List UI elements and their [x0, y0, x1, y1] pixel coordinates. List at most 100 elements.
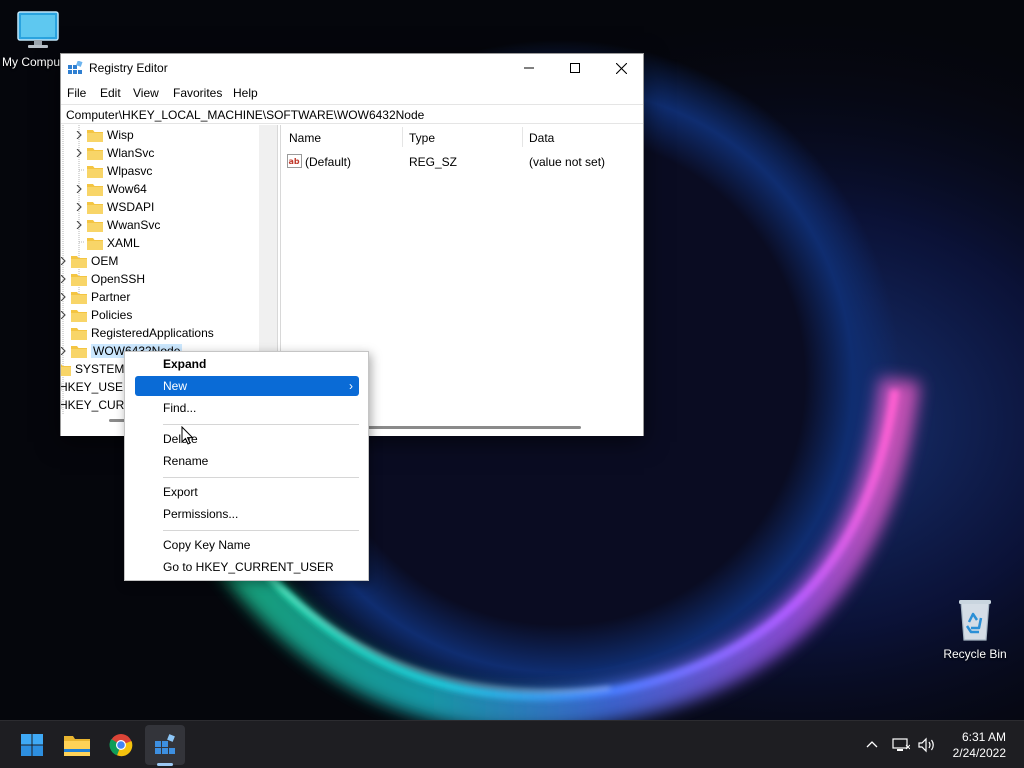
- value-row[interactable]: ab (Default) REG_SZ (value not set): [281, 153, 643, 171]
- chevron-right-icon[interactable]: [61, 252, 69, 270]
- chevron-up-icon[interactable]: [864, 737, 880, 753]
- context-menu: Expand New › Find... Delete Rename Expor…: [124, 351, 369, 581]
- tree-node-label: OEM: [91, 254, 119, 268]
- chevron-right-icon[interactable]: [61, 288, 69, 306]
- folder-icon: [71, 327, 87, 340]
- menu-item-go-to-hkcu[interactable]: Go to HKEY_CURRENT_USER: [135, 557, 359, 577]
- column-divider[interactable]: [522, 127, 523, 147]
- tree-node[interactable]: OpenSSH: [61, 270, 145, 288]
- tree-node-label: WSDAPI: [107, 200, 155, 214]
- tree-node[interactable]: OEM: [61, 252, 118, 270]
- file-explorer-button[interactable]: [57, 725, 97, 765]
- folder-icon: [71, 273, 87, 286]
- registry-editor-taskbar-button[interactable]: [145, 725, 185, 765]
- start-button[interactable]: [12, 725, 52, 765]
- desktop-icon-label: Recycle Bin: [943, 647, 1007, 661]
- column-header-type[interactable]: Type: [409, 131, 435, 145]
- menu-item-rename[interactable]: Rename: [135, 451, 359, 471]
- tree-node-label: Wow64: [107, 182, 147, 196]
- value-name: (Default): [305, 155, 352, 169]
- tree-node[interactable]: WSDAPI: [73, 198, 154, 216]
- tree-node[interactable]: Wlpasvc: [73, 162, 152, 180]
- chevron-right-icon[interactable]: [61, 306, 69, 324]
- tree-node-label: Partner: [91, 290, 131, 304]
- monitor-icon: [17, 11, 59, 48]
- folder-icon: [87, 147, 103, 160]
- minimize-button[interactable]: [506, 54, 552, 82]
- menu-view[interactable]: View: [133, 86, 159, 100]
- tree-node[interactable]: WlanSvc: [73, 144, 154, 162]
- string-value-icon: ab: [287, 154, 302, 168]
- tree-node-label: Policies: [91, 308, 133, 322]
- tree-node-label: RegisteredApplications: [91, 326, 214, 340]
- menu-item-delete[interactable]: Delete: [135, 429, 359, 449]
- tree-node-label: Wlpasvc: [107, 164, 153, 178]
- folder-icon: [87, 201, 103, 214]
- column-header-data[interactable]: Data: [529, 131, 554, 145]
- menu-item-new[interactable]: New ›: [135, 376, 359, 396]
- desktop-icon-recycle-bin[interactable]: Recycle Bin: [937, 598, 1013, 661]
- folder-icon: [71, 291, 87, 304]
- active-app-indicator: [157, 763, 173, 766]
- tree-node-label: SYSTEM: [75, 362, 125, 376]
- registry-editor-icon: [155, 734, 175, 754]
- tree-node[interactable]: WwanSvc: [73, 216, 160, 234]
- menu-item-copy-key-name[interactable]: Copy Key Name: [135, 535, 359, 555]
- address-bar[interactable]: Computer\HKEY_LOCAL_MACHINE\SOFTWARE\WOW…: [61, 104, 643, 124]
- column-divider[interactable]: [402, 127, 403, 147]
- folder-icon: [87, 129, 103, 142]
- clock-date: 2/24/2022: [952, 746, 1006, 760]
- chevron-right-icon[interactable]: [73, 144, 85, 162]
- tree-node[interactable]: Partner: [61, 288, 130, 306]
- list-horizontal-scrollbar[interactable]: [361, 426, 581, 429]
- taskbar-clock[interactable]: 6:31 AM 2/24/2022: [953, 729, 1006, 761]
- close-button[interactable]: [598, 54, 644, 82]
- menu-item-expand[interactable]: Expand: [135, 354, 359, 374]
- tree-node[interactable]: Policies: [61, 306, 132, 324]
- title-bar[interactable]: Registry Editor: [61, 54, 643, 82]
- tree-node[interactable]: RegisteredApplications: [61, 324, 214, 342]
- folder-icon: [61, 363, 71, 376]
- mouse-cursor-icon: [181, 426, 194, 445]
- maximize-button[interactable]: [552, 54, 598, 82]
- volume-icon[interactable]: [918, 737, 936, 753]
- chevron-right-icon[interactable]: [73, 180, 85, 198]
- chrome-button[interactable]: [101, 725, 141, 765]
- menu-item-label: New: [163, 379, 188, 393]
- menu-favorites[interactable]: Favorites: [173, 86, 222, 100]
- folder-icon: [71, 255, 87, 268]
- folder-icon: [71, 345, 87, 358]
- tree-node-label: WwanSvc: [107, 218, 161, 232]
- menu-item-find[interactable]: Find...: [135, 398, 359, 418]
- registry-editor-icon: [68, 61, 83, 74]
- folder-icon: [71, 309, 87, 322]
- folder-icon: [87, 219, 103, 232]
- start-icon: [21, 734, 43, 756]
- chevron-right-icon[interactable]: [73, 198, 85, 216]
- system-tray: [864, 721, 936, 768]
- tree-node[interactable]: XAML: [73, 234, 140, 252]
- menu-file[interactable]: File: [67, 86, 86, 100]
- menu-item-export[interactable]: Export: [135, 482, 359, 502]
- folder-icon: [87, 237, 103, 250]
- chevron-right-icon[interactable]: [61, 342, 69, 360]
- column-header-name[interactable]: Name: [289, 131, 321, 145]
- chevron-right-icon[interactable]: [73, 216, 85, 234]
- tree-node[interactable]: SYSTEM: [61, 360, 124, 378]
- maximize-icon: [570, 63, 580, 73]
- tree-node[interactable]: Wow64: [73, 180, 147, 198]
- tree-node-label: Wisp: [107, 128, 134, 142]
- chevron-right-icon[interactable]: [61, 270, 69, 288]
- list-header: Name Type Data: [281, 125, 643, 149]
- close-icon: [615, 62, 627, 74]
- file-explorer-icon: [64, 736, 90, 756]
- chevron-right-icon[interactable]: [73, 126, 85, 144]
- network-icon[interactable]: [892, 737, 910, 753]
- menu-help[interactable]: Help: [233, 86, 258, 100]
- menu-item-permissions[interactable]: Permissions...: [135, 504, 359, 524]
- menu-edit[interactable]: Edit: [100, 86, 121, 100]
- value-type: REG_SZ: [409, 155, 458, 169]
- tree-node[interactable]: Wisp: [73, 126, 134, 144]
